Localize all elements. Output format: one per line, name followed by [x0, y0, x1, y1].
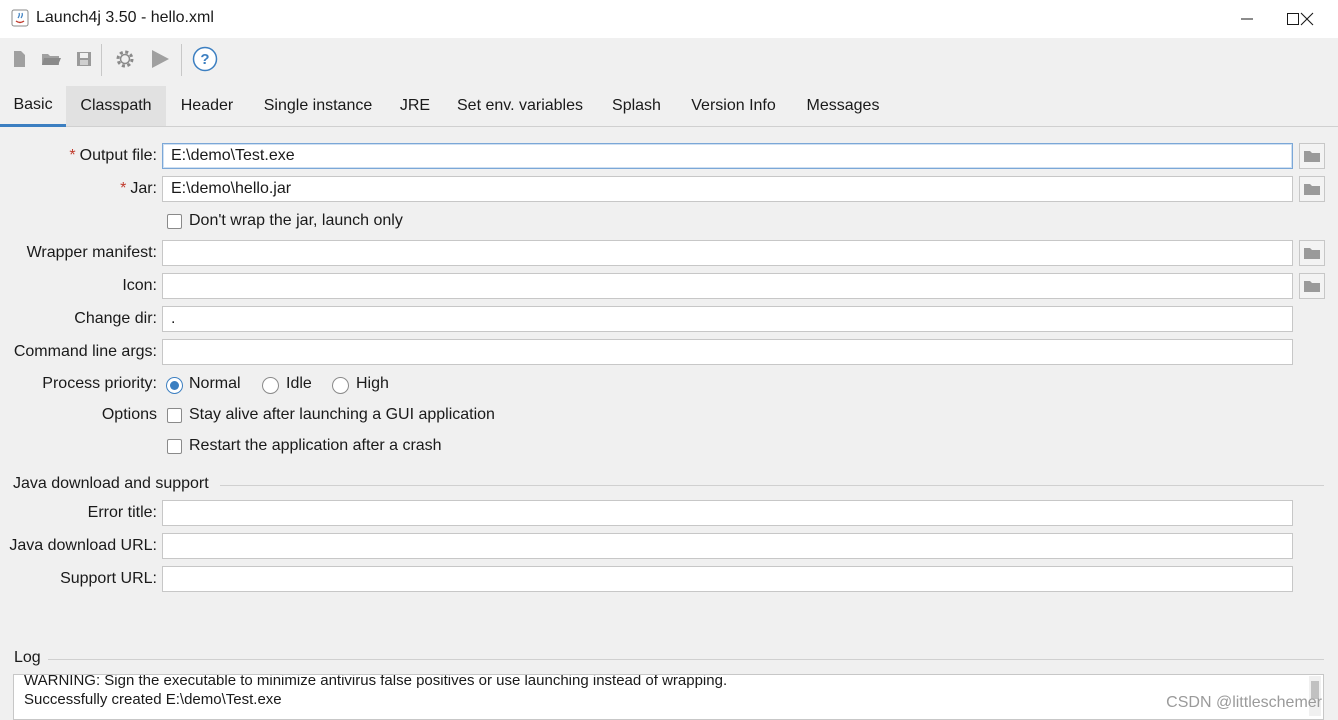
tab-jre[interactable]: JRE	[388, 86, 442, 126]
priority-idle-label: Idle	[286, 375, 312, 392]
run-icon	[152, 50, 169, 68]
jar-browse-button[interactable]	[1299, 176, 1325, 202]
help-icon: ?	[192, 46, 218, 72]
log-title: Log	[14, 649, 41, 666]
support-url-label: Support URL:	[60, 570, 157, 587]
priority-idle-radio[interactable]	[262, 377, 279, 394]
process-priority-label: Process priority:	[42, 375, 157, 392]
tab-version-info[interactable]: Version Info	[675, 86, 792, 126]
wrapper-manifest-label: Wrapper manifest:	[26, 244, 157, 261]
change-dir-field[interactable]	[162, 306, 1293, 332]
run-button[interactable]	[147, 46, 173, 72]
watermark: CSDN @littleschemer	[1166, 694, 1322, 711]
save-button[interactable]	[71, 46, 97, 72]
build-button[interactable]	[112, 46, 138, 72]
toolbar-separator	[101, 44, 102, 76]
folder-icon	[1304, 151, 1320, 162]
tab-single-instance[interactable]: Single instance	[248, 86, 388, 126]
new-button[interactable]	[6, 46, 32, 72]
required-marker: *	[69, 147, 76, 164]
open-button[interactable]	[38, 46, 64, 72]
stay-alive-checkbox[interactable]	[167, 408, 182, 423]
icon-field[interactable]	[162, 273, 1293, 299]
priority-normal-radio[interactable]	[166, 377, 183, 394]
restart-checkbox[interactable]	[167, 439, 182, 454]
icon-label: Icon:	[122, 277, 157, 294]
toolbar-separator-2	[181, 44, 182, 76]
java-download-url-field[interactable]	[162, 533, 1293, 559]
new-file-icon	[14, 51, 25, 67]
stay-alive-label: Stay alive after launching a GUI applica…	[189, 406, 495, 423]
tab-messages[interactable]: Messages	[792, 86, 894, 126]
required-marker: *	[120, 180, 127, 197]
close-button[interactable]	[1284, 0, 1330, 38]
svg-text:?: ?	[200, 51, 209, 68]
options-label: Options	[101, 406, 157, 423]
wrapper-manifest-field[interactable]	[162, 240, 1293, 266]
folder-icon	[1304, 248, 1320, 259]
jar-field[interactable]	[162, 176, 1293, 202]
folder-icon	[1304, 281, 1320, 292]
priority-normal-label: Normal	[189, 375, 241, 392]
output-file-label-text: Output file:	[79, 147, 157, 164]
java-download-url-label: Java download URL:	[9, 537, 157, 554]
support-url-field[interactable]	[162, 566, 1293, 592]
error-title-field[interactable]	[162, 500, 1293, 526]
tab-set-env-variables[interactable]: Set env. variables	[442, 86, 598, 126]
save-icon	[77, 52, 91, 66]
tab-classpath[interactable]: Classpath	[66, 86, 166, 126]
output-file-label: * Output file:	[69, 147, 157, 165]
log-divider	[48, 659, 1324, 660]
dont-wrap-label: Don't wrap the jar, launch only	[189, 212, 403, 229]
jar-label-text: Jar:	[130, 180, 157, 197]
java-download-section-title: Java download and support	[13, 475, 209, 492]
priority-high-radio[interactable]	[332, 377, 349, 394]
dont-wrap-checkbox[interactable]	[167, 214, 182, 229]
priority-high-label: High	[356, 375, 389, 392]
icon-browse-button[interactable]	[1299, 273, 1325, 299]
open-folder-icon	[42, 54, 61, 65]
tab-splash[interactable]: Splash	[598, 86, 675, 126]
section-divider	[220, 485, 1324, 486]
change-dir-label: Change dir:	[74, 310, 157, 327]
minimize-locus	[1225, 0, 1271, 38]
log-line: Successfully created E:\demo\Test.exe	[24, 691, 282, 708]
build-gear-icon	[116, 50, 134, 68]
log-line: WARNING: Sign the executable to minimize…	[24, 674, 728, 689]
java-app-icon	[11, 9, 29, 27]
jar-label: * Jar:	[120, 180, 157, 198]
error-title-label: Error title:	[87, 504, 157, 521]
cmd-args-field[interactable]	[162, 339, 1293, 365]
output-file-browse-button[interactable]	[1299, 143, 1325, 169]
tab-basic[interactable]: Basic	[0, 86, 66, 127]
log-textarea[interactable]: WARNING: Sign the executable to minimize…	[13, 674, 1324, 720]
tab-header[interactable]: Header	[166, 86, 248, 126]
restart-label: Restart the application after a crash	[189, 437, 442, 454]
cmd-args-label: Command line args:	[13, 343, 157, 360]
wrapper-manifest-browse-button[interactable]	[1299, 240, 1325, 266]
close-icon	[1300, 12, 1314, 26]
folder-icon	[1304, 184, 1320, 195]
window-title: Launch4j 3.50 - hello.xml	[36, 9, 214, 26]
help-button[interactable]: ?	[192, 46, 218, 72]
output-file-field[interactable]	[162, 143, 1293, 169]
